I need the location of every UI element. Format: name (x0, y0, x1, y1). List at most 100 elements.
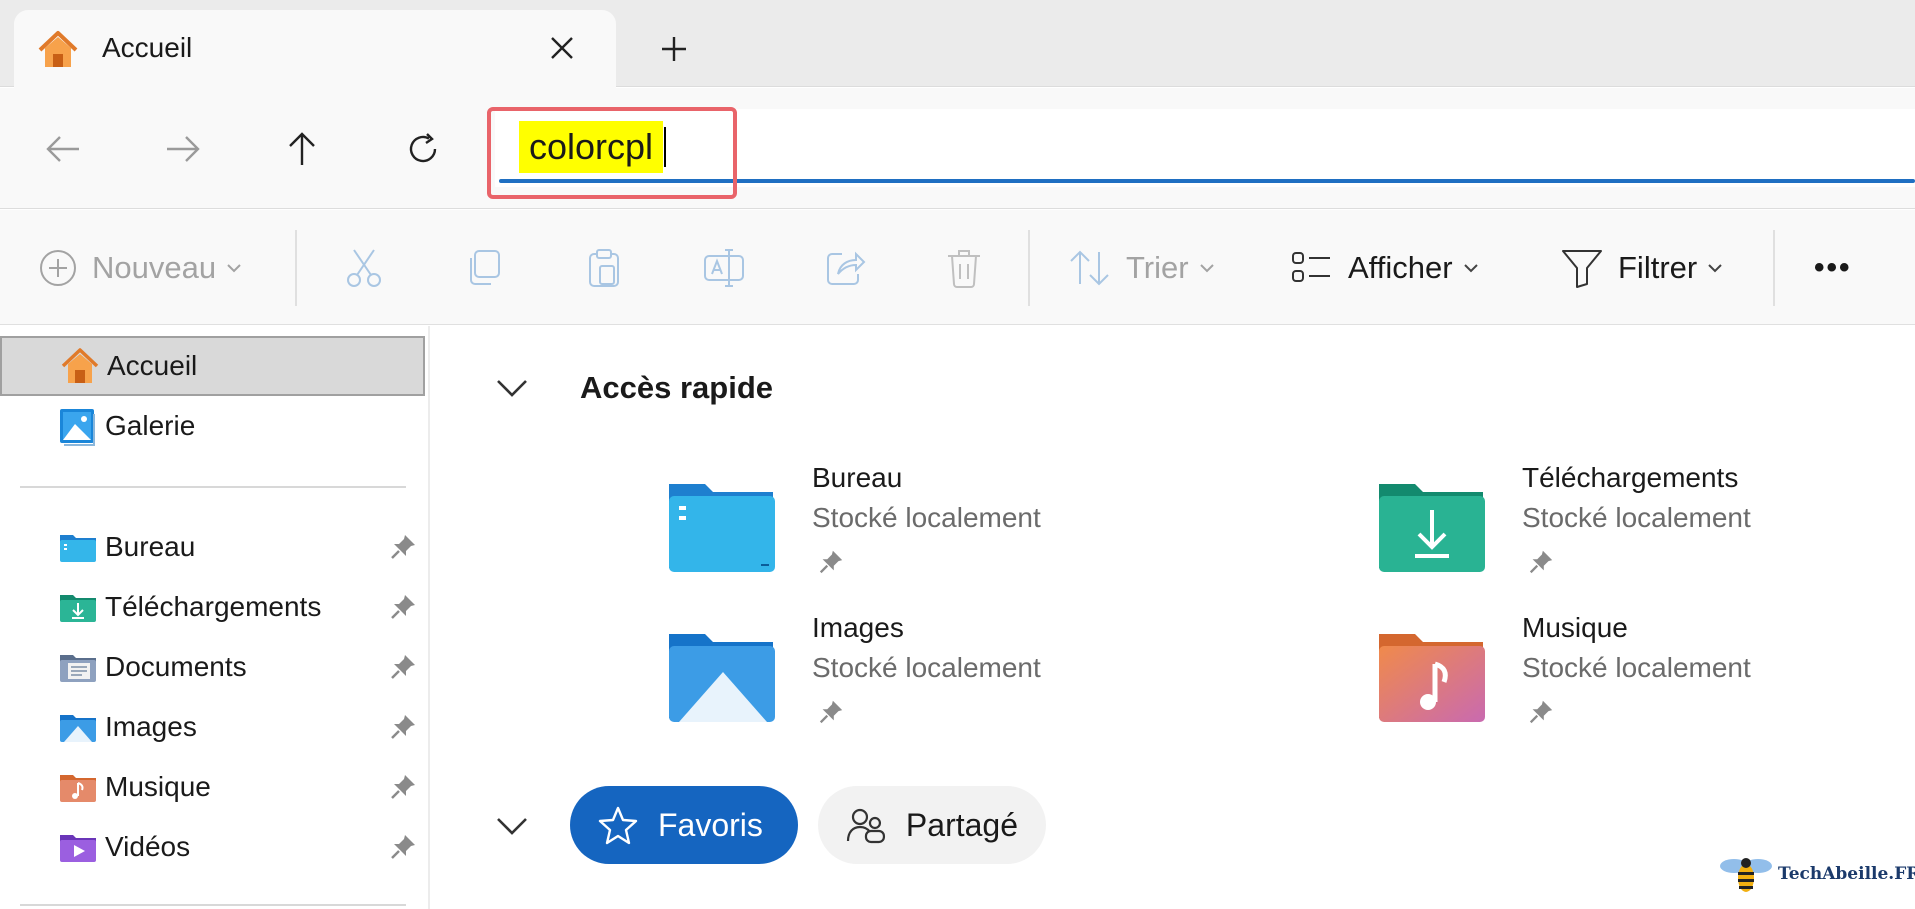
pin-icon[interactable] (388, 832, 418, 862)
tab-title: Accueil (102, 32, 193, 63)
sidebar-divider (20, 486, 406, 488)
sidebar-item-label: Images (105, 711, 197, 742)
plus-icon[interactable] (652, 27, 696, 71)
quick-access-title: Accès rapide (580, 370, 773, 405)
sort-label: Trier (1126, 250, 1189, 285)
people-icon (846, 808, 886, 844)
tab-strip: Accueil (0, 0, 1915, 88)
sidebar-item-label: Bureau (105, 531, 196, 562)
address-row: colorcpl (0, 88, 1915, 209)
pin-icon (819, 700, 843, 724)
watermark: TechAbeille.FR (1718, 852, 1915, 896)
quick-access-location: Stocké localement (1522, 502, 1751, 533)
home-icon (38, 31, 78, 67)
pin-icon[interactable] (388, 712, 418, 742)
chevron-down-icon (1463, 264, 1478, 273)
downloads-folder-icon (1379, 484, 1485, 572)
sidebar-item-label: Galerie (105, 410, 196, 441)
sidebar-item-musique[interactable]: Musique (0, 757, 425, 817)
view-list-icon (1292, 252, 1330, 282)
sort-button[interactable]: Trier (1068, 240, 1215, 296)
sidebar-item-videos[interactable]: Vidéos (0, 817, 425, 877)
pictures-folder-icon (669, 634, 775, 722)
tab-accueil[interactable]: Accueil (14, 10, 616, 88)
cut-icon[interactable] (342, 240, 386, 296)
quick-access-name: Téléchargements (1522, 462, 1739, 493)
pin-icon[interactable] (388, 532, 418, 562)
arrow-left-icon[interactable] (38, 124, 88, 174)
sidebar-item-galerie[interactable]: Galerie (0, 396, 425, 456)
chevron-down-icon (227, 264, 241, 273)
sidebar-divider (20, 904, 406, 906)
sidebar-item-bureau[interactable]: Bureau (0, 517, 425, 577)
copy-icon[interactable] (462, 240, 506, 296)
shared-tab[interactable]: Partagé (818, 786, 1046, 864)
more-options-button[interactable]: ••• (1814, 240, 1852, 296)
share-icon[interactable] (822, 240, 866, 296)
chevron-down-icon[interactable] (492, 368, 532, 408)
favorites-tab[interactable]: Favoris (570, 786, 798, 864)
quick-access-name: Musique (1522, 612, 1628, 643)
videos-folder-icon (60, 835, 96, 862)
quick-access-item-telechargements[interactable]: Téléchargements Stocké localement (1377, 462, 1915, 582)
sidebar-item-label: Téléchargements (105, 591, 322, 622)
filter-icon (1562, 250, 1602, 288)
pin-icon[interactable] (388, 592, 418, 622)
quick-access-name: Images (812, 612, 904, 643)
close-icon[interactable] (542, 28, 582, 68)
music-folder-icon (1379, 634, 1485, 722)
quick-access-item-bureau[interactable]: Bureau Stocké localement (667, 462, 1227, 582)
plus-circle-icon (40, 250, 76, 286)
view-label: Afficher (1348, 250, 1453, 285)
sidebar-item-documents[interactable]: Documents (0, 637, 425, 697)
content-pane: Accès rapide Bureau Stocké localement Té… (432, 326, 1915, 909)
sidebar-item-label: Accueil (107, 350, 198, 381)
pictures-folder-icon (60, 715, 96, 742)
pin-icon[interactable] (388, 652, 418, 682)
documents-folder-icon (60, 655, 96, 682)
sidebar-item-label: Documents (105, 651, 247, 682)
annotation-highlight-box (487, 107, 737, 199)
paste-icon[interactable] (582, 240, 626, 296)
command-bar: Nouveau Trier Afficher Filtrer ••• (0, 210, 1915, 325)
desktop-folder-icon (669, 484, 775, 572)
bee-logo-icon (1720, 858, 1772, 892)
home-icon (61, 348, 99, 383)
downloads-folder-icon (60, 595, 96, 622)
quick-access-item-musique[interactable]: Musique Stocké localement (1377, 612, 1915, 732)
toolbar-separator (1773, 230, 1775, 306)
star-icon (598, 806, 638, 845)
pin-icon (1529, 550, 1553, 574)
sidebar-item-images[interactable]: Images (0, 697, 425, 757)
sidebar-item-label: Musique (105, 771, 211, 802)
rename-icon[interactable] (702, 240, 746, 296)
sort-icon (1070, 250, 1109, 286)
filter-label: Filtrer (1618, 250, 1698, 285)
desktop-folder-icon (60, 535, 96, 562)
filter-button[interactable]: Filtrer (1560, 240, 1723, 296)
sidebar-item-telechargements[interactable]: Téléchargements (0, 577, 425, 637)
quick-access-name: Bureau (812, 462, 903, 493)
gallery-icon (60, 409, 95, 446)
navigation-pane: Accueil Galerie Bureau Téléchargements D… (0, 326, 430, 909)
favorites-label: Favoris (658, 806, 763, 843)
shared-label: Partagé (905, 806, 1018, 843)
refresh-icon[interactable] (398, 124, 448, 174)
arrow-right-icon[interactable] (158, 124, 208, 174)
delete-icon[interactable] (942, 240, 986, 296)
pin-icon (819, 550, 843, 574)
quick-access-item-images[interactable]: Images Stocké localement (667, 612, 1227, 732)
toolbar-separator (1028, 230, 1030, 306)
quick-access-location: Stocké localement (1522, 652, 1751, 683)
quick-access-location: Stocké localement (812, 502, 1041, 533)
new-label: Nouveau (92, 250, 217, 285)
chevron-down-icon[interactable] (492, 806, 532, 846)
sidebar-item-accueil[interactable]: Accueil (0, 336, 425, 396)
music-folder-icon (60, 775, 96, 802)
watermark-text: TechAbeille.FR (1778, 864, 1915, 884)
new-button[interactable]: Nouveau (38, 240, 242, 296)
pin-icon[interactable] (388, 772, 418, 802)
toolbar-separator (295, 230, 297, 306)
arrow-up-icon[interactable] (277, 124, 327, 174)
view-button[interactable]: Afficher (1290, 240, 1479, 296)
